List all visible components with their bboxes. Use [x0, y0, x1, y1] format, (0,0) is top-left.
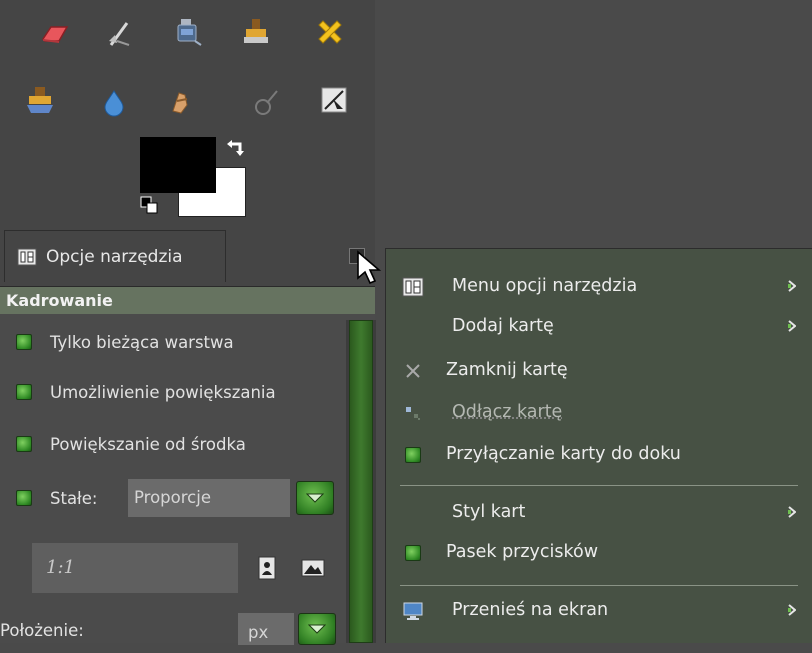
swap-colors-icon[interactable]	[226, 136, 248, 158]
foreground-color-swatch[interactable]	[140, 137, 216, 193]
close-icon	[402, 360, 424, 382]
option-fixed[interactable]: Stałe:	[16, 483, 97, 513]
menu-item-button-bar[interactable]: Pasek przycisków	[386, 533, 812, 571]
scrollbar-thumb[interactable]	[349, 320, 373, 643]
checkbox-icon	[402, 542, 424, 564]
checkbox-expand-from-center[interactable]	[16, 436, 32, 452]
checkbox-icon	[402, 444, 424, 466]
menu-separator	[400, 485, 798, 486]
menu-item-move-to-screen[interactable]: Przenieś na ekran	[386, 591, 812, 629]
tab-tool-options[interactable]: Opcje narzędzia	[4, 230, 226, 282]
toolbox: Opcje narzędzia Kadrowanie Tylko bieżąca…	[0, 0, 376, 645]
heal-icon[interactable]	[310, 12, 350, 52]
dodge-burn-icon[interactable]	[246, 82, 286, 122]
clone-icon[interactable]	[236, 12, 276, 52]
option-allow-growing[interactable]: Umożliwienie powiększania	[16, 377, 276, 407]
unit-dropdown-button[interactable]	[298, 613, 336, 645]
menu-label: Przyłączanie karty do doku	[446, 444, 681, 464]
submenu-arrow-icon	[788, 280, 796, 292]
default-colors-icon[interactable]	[140, 196, 158, 214]
position-label: Położenie:	[0, 621, 84, 640]
chevron-down-icon	[306, 493, 324, 503]
option-label: Stałe:	[50, 488, 98, 508]
smudge-hand-icon[interactable]	[160, 82, 200, 122]
submenu-arrow-icon	[788, 506, 796, 518]
unit-select[interactable]: px	[238, 613, 294, 645]
fixed-mode-dropdown-button[interactable]	[296, 481, 334, 515]
detach-icon	[402, 402, 424, 424]
ink-icon[interactable]	[168, 12, 208, 52]
submenu-arrow-icon	[788, 320, 796, 332]
checkbox-allow-growing[interactable]	[16, 384, 32, 400]
monitor-icon	[402, 600, 424, 622]
landscape-icon[interactable]	[300, 555, 326, 581]
tool-options-panel: Kadrowanie Tylko bieżąca warstwa Umożliw…	[0, 286, 376, 645]
checkbox-only-current-layer[interactable]	[16, 334, 32, 350]
tab-label: Opcje narzędzia	[46, 246, 183, 267]
menu-item-tab-style[interactable]: Styl kart	[386, 493, 812, 531]
menu-label: Styl kart	[452, 502, 526, 522]
menu-item-detach-tab: Odłącz kartę	[386, 393, 812, 431]
menu-item-close-tab[interactable]: Zamknij kartę	[386, 351, 812, 389]
tool-options-icon	[17, 248, 37, 265]
menu-item-tool-options-menu[interactable]: Menu opcji narzędzia	[386, 267, 812, 305]
option-expand-from-center[interactable]: Powiększanie od środka	[16, 429, 246, 459]
menu-item-add-tab[interactable]: Dodaj kartę	[386, 307, 812, 345]
menu-label: Menu opcji narzędzia	[452, 276, 638, 296]
perspective-clone-icon[interactable]	[20, 80, 60, 120]
menu-label: Przenieś na ekran	[452, 600, 609, 620]
aspect-ratio-input[interactable]: 1:1	[32, 543, 238, 593]
option-label: Powiększanie od środka	[50, 434, 246, 454]
smudge-icon[interactable]	[100, 14, 140, 54]
blur-sharpen-icon[interactable]	[94, 82, 134, 122]
tab-context-menu: Menu opcji narzędzia Dodaj kartę Zamknij…	[385, 248, 812, 643]
checkbox-fixed[interactable]	[16, 490, 32, 506]
chevron-down-icon	[308, 624, 326, 634]
tool-options-icon	[402, 276, 424, 298]
option-label: Umożliwienie powiększania	[50, 382, 276, 402]
menu-label: Pasek przycisków	[446, 542, 599, 562]
menu-label: Zamknij kartę	[446, 360, 568, 380]
submenu-arrow-icon	[788, 604, 796, 616]
menu-label: Odłącz kartę	[452, 402, 563, 422]
mouse-cursor-icon	[357, 250, 382, 285]
option-only-current-layer[interactable]: Tylko bieżąca warstwa	[16, 327, 234, 357]
menu-item-auto-follow-active-image[interactable]: Przyłączanie karty do doku	[386, 435, 812, 473]
eraser-icon[interactable]	[34, 14, 74, 54]
measure-icon[interactable]	[314, 80, 354, 120]
menu-separator	[400, 585, 798, 586]
menu-label: Dodaj kartę	[452, 316, 554, 336]
option-label: Tylko bieżąca warstwa	[50, 332, 234, 352]
portrait-icon[interactable]	[254, 555, 280, 581]
fixed-mode-select[interactable]: Proporcje	[128, 479, 290, 517]
panel-title: Kadrowanie	[0, 287, 375, 314]
